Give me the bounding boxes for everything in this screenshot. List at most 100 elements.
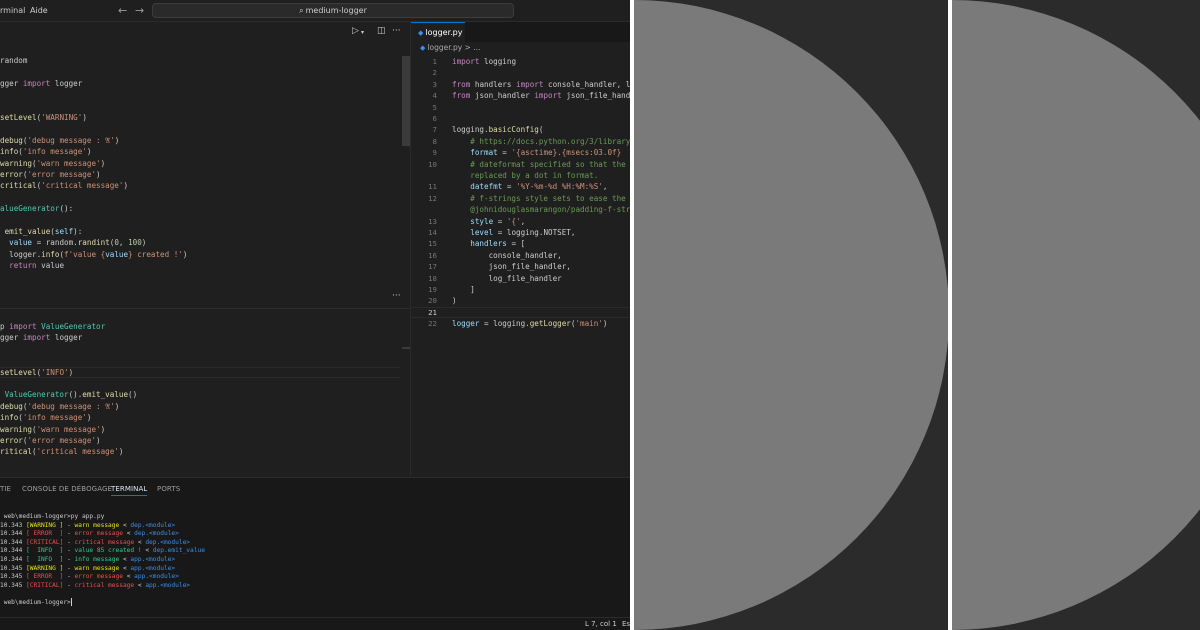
menu-terminal[interactable]: rminal xyxy=(0,6,25,15)
code-line: gger import logger xyxy=(0,332,82,343)
code-line: ValueGenerator().emit_value() xyxy=(0,389,138,400)
code-token: dep.emit_value xyxy=(152,547,205,555)
code-line: ritical('critical message') xyxy=(0,446,123,457)
code-token: value 85 created ! xyxy=(74,547,142,555)
code-token: critical message xyxy=(74,581,135,589)
code-token: setLevel xyxy=(0,113,37,122)
code-token: 10.344 xyxy=(0,538,27,546)
code-token: error message xyxy=(74,573,123,581)
code-token: 10.344 xyxy=(0,547,27,555)
code-line: p import ValueGenerator xyxy=(0,321,105,332)
code-line: handlers = [ xyxy=(452,238,525,249)
code-token: info xyxy=(0,413,19,423)
split-editor-icon[interactable]: ◫ xyxy=(377,26,386,36)
code-token: app.<module> xyxy=(130,556,176,563)
run-icon[interactable]: ▷ xyxy=(352,26,359,36)
code-token: alueGenerator xyxy=(0,204,60,214)
menu-help[interactable]: Aide xyxy=(30,6,48,15)
code-line: from json_handler import json_file_hand xyxy=(452,90,630,101)
code-token: < xyxy=(122,530,135,538)
terminal-output[interactable]: web\medium-logger>py app.py 10.343 [WARNI… xyxy=(0,512,630,612)
code-token: json_file_handler, xyxy=(452,262,571,272)
tab-sortie[interactable]: TIE xyxy=(0,485,11,493)
split-divider[interactable] xyxy=(0,308,410,309)
code-token: style xyxy=(452,216,494,226)
code-token: ) xyxy=(68,367,74,377)
code-token: web\medium-logger> xyxy=(0,599,71,606)
code-token: 10.344 xyxy=(0,556,27,563)
code-token: app.<module> xyxy=(130,564,176,572)
line-number xyxy=(411,204,437,215)
code-token: info message xyxy=(74,556,120,563)
line-number: 11 xyxy=(428,182,437,192)
tab-terminal[interactable]: TERMINAL xyxy=(111,485,148,496)
code-token: ): xyxy=(73,227,83,236)
code-token: import xyxy=(516,79,544,89)
editor-right[interactable]: 1 import logging 2 3 from handlers import co… xyxy=(411,55,630,476)
more-actions-icon[interactable]: ··· xyxy=(392,26,401,36)
code-token: 100 xyxy=(128,238,142,248)
left-editor-toolbar: ▷ ▾ ◫ ··· xyxy=(0,22,410,42)
code-token: ) xyxy=(114,135,120,145)
editor-bottom-scrollbar-thumb[interactable] xyxy=(402,347,410,349)
editor-left-bottom[interactable]: p import ValueGenerator gger import logge… xyxy=(0,315,410,475)
editor-scrollbar-thumb[interactable] xyxy=(402,56,410,146)
code-token: 'error message' xyxy=(27,170,97,179)
code-token: 10.345 xyxy=(0,564,27,572)
code-token: debug xyxy=(0,135,23,145)
split-more-actions-icon[interactable]: ··· xyxy=(392,291,401,301)
line-number: 14 xyxy=(428,228,437,237)
code-token: ] xyxy=(452,285,475,294)
code-token: ) xyxy=(118,447,124,457)
code-token: # https://docs.python.org/3/library xyxy=(452,136,630,146)
code-token: # f-strings style sets to ease the xyxy=(452,193,626,203)
command-center-search[interactable]: ⌕ medium-logger xyxy=(152,3,514,18)
code-token: web\medium-logger>py app.py xyxy=(0,513,105,520)
code-token: (): xyxy=(59,204,74,214)
code-line: warning('warn message') xyxy=(0,424,105,435)
editor-left-top[interactable]: random gger import logger setLevel('WARNIN… xyxy=(0,42,410,287)
code-token: console_handler, l xyxy=(543,79,630,89)
code-token: 10.345 xyxy=(0,573,27,581)
code-token: 'error message' xyxy=(27,436,97,445)
run-dropdown-chevron-icon[interactable]: ▾ xyxy=(361,29,364,36)
back-arrow-icon[interactable]: ← xyxy=(118,4,127,17)
code-token: app.<module> xyxy=(134,573,179,581)
code-token: ) xyxy=(114,401,120,411)
forward-arrow-icon[interactable]: → xyxy=(135,4,144,17)
code-token: info xyxy=(41,249,60,259)
breadcrumb[interactable]: ◆ logger.py > ... xyxy=(420,43,480,55)
line-number: 12 xyxy=(428,193,437,203)
cursor-position[interactable]: L 7, col 1 xyxy=(585,620,617,628)
tab-ports[interactable]: PORTS xyxy=(157,485,180,493)
tab-logger-py[interactable]: ◆ logger.py xyxy=(411,22,465,42)
indentation-status[interactable]: Es xyxy=(622,620,630,628)
code-token: ) xyxy=(123,181,129,191)
code-token: '{asctime}.{msecs:03.0f} xyxy=(511,148,622,158)
search-icon: ⌕ xyxy=(299,6,304,15)
code-token: critical message xyxy=(74,538,135,546)
code-token: () xyxy=(128,390,138,400)
python-file-icon: ◆ xyxy=(418,29,424,37)
code-token: < xyxy=(122,573,135,581)
code-line: ) xyxy=(452,295,457,306)
code-token: import xyxy=(9,322,37,331)
current-line-highlight xyxy=(411,306,630,318)
code-token: [ ERROR ] xyxy=(26,573,64,581)
code-token: logger xyxy=(50,78,83,88)
code-token: info xyxy=(0,147,19,157)
line-number: 2 xyxy=(432,68,437,78)
code-token: ritical xyxy=(0,447,33,457)
code-token: handlers xyxy=(452,239,507,249)
tab-label: logger.py xyxy=(425,28,463,37)
code-token: 'WARNING' xyxy=(41,113,83,122)
code-token: 'info message' xyxy=(22,147,87,157)
code-token: gger xyxy=(0,78,23,88)
code-token: [CRITICAL] xyxy=(26,538,64,546)
code-token: import xyxy=(22,333,51,343)
code-line: info('info message') xyxy=(0,412,91,423)
tab-debug-console[interactable]: CONSOLE DE DÉBOGAGE xyxy=(22,485,112,493)
code-token: critical xyxy=(0,181,37,191)
code-line: info('info message') xyxy=(0,146,91,157)
